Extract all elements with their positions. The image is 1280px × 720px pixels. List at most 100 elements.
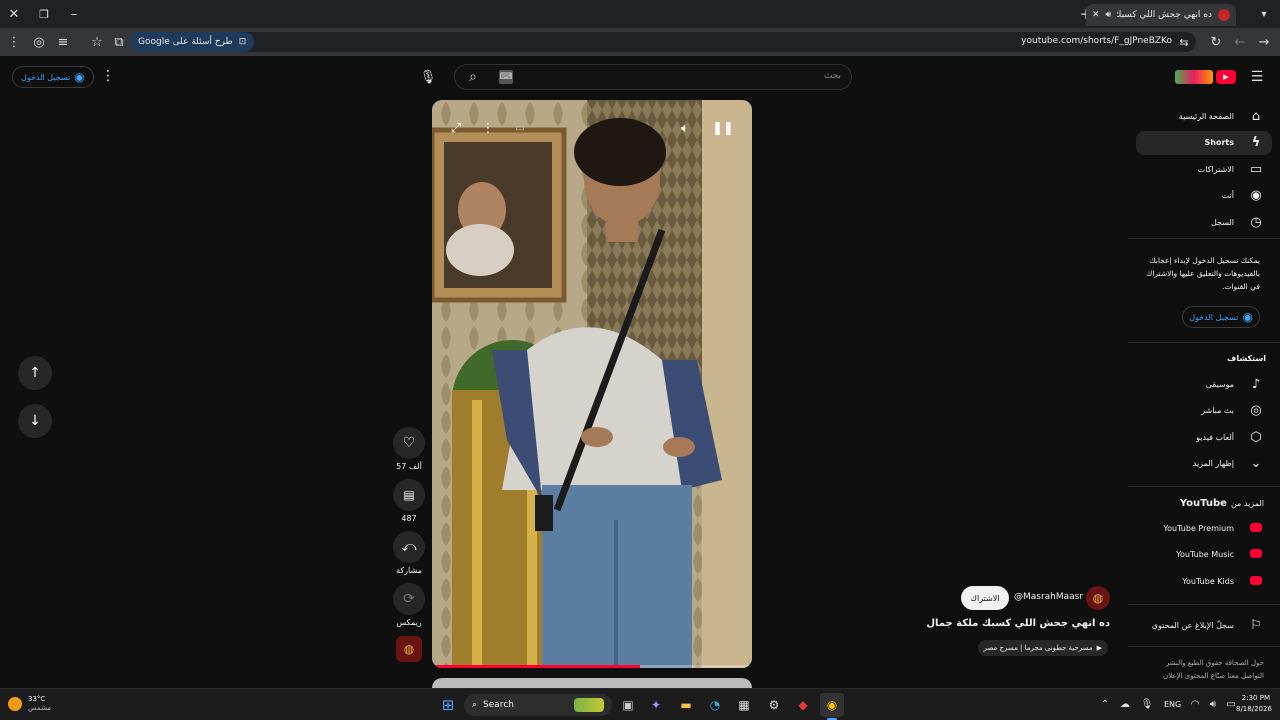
remix-icon: ⟳ (403, 591, 415, 607)
guide-item-gaming[interactable]: ⬡ ألعاب فيديو (1136, 425, 1272, 449)
footer-links-2[interactable]: التواصل معنا صنّاع المحتوى الإعلان (1163, 672, 1264, 680)
signin-button-top[interactable]: ◉ تسجيل الدخول (12, 66, 94, 88)
footer-links-1[interactable]: حول الصحافة حقوق الطبع والنشر (1166, 659, 1264, 667)
tab-title: ده انهي جحش اللي كسبك ملكة جمال (1117, 10, 1212, 20)
address-bar[interactable]: ⊡ طرح أسئلة على Google youtube.com/short… (130, 32, 1196, 52)
comment-button[interactable]: ▤ (393, 479, 425, 511)
ask-google-button[interactable]: ⊡ طرح أسئلة على Google (130, 32, 255, 52)
signin-button-guide[interactable]: ◉ تسجيل الدخول (1182, 306, 1260, 328)
cloud-icon[interactable]: ☁ (1118, 697, 1132, 711)
volume-icon[interactable]: 🔈︎ (676, 120, 694, 136)
report-label: سجلّ الإبلاغ عن المحتوى (1151, 620, 1234, 630)
guide-item-live[interactable]: ◎ بث مباشر (1136, 399, 1272, 423)
guide-item-label: YouTube Premium (1163, 523, 1234, 533)
share-icon: ⤺ (401, 539, 417, 555)
customize-icon[interactable]: ≡ (55, 34, 71, 50)
reload-icon[interactable]: ↻ (1208, 34, 1224, 50)
bookmark-star-icon[interactable]: ☆ (89, 34, 105, 50)
previous-short-button[interactable]: ↑ (18, 356, 52, 390)
gaming-icon: ⬡ (1250, 429, 1262, 445)
short-title: ده انهي جحش اللي كسبك ملكة جمال (926, 618, 1110, 629)
short-video-player[interactable]: ⤢ ⋮ ▭ 🔈︎ ❚❚ (432, 100, 752, 668)
playlist-chip[interactable]: ▶ مسرحية جطونى مجرما | مسرح مصر (977, 640, 1108, 656)
tab-close-icon[interactable]: ✕ (1092, 10, 1100, 20)
keyboard-icon[interactable]: ⌨ (499, 70, 513, 84)
search-icon[interactable]: ⌕ (463, 68, 483, 86)
signin-prompt: يمكنك تسجيل الدخول لإبداء إعجابك بالفيدي… (1146, 256, 1260, 291)
guide-item-label: الاشتراكات (1197, 164, 1234, 174)
clock-time: 2:30 PM (1241, 694, 1270, 702)
mic-tray-icon[interactable]: 🎙︎ (1140, 697, 1154, 711)
weather-temp: 33°C (28, 695, 46, 703)
more-options-icon[interactable]: ⋮ (480, 120, 496, 136)
next-short-button[interactable]: ↓ (18, 404, 52, 438)
url-text[interactable]: youtube.com/shorts/F_gJPneBZKo (1021, 36, 1172, 46)
file-explorer-icon[interactable]: ▬ (674, 693, 698, 717)
video-frame (432, 100, 752, 668)
subscribe-button[interactable]: الاشتراك (961, 586, 1009, 610)
channel-handle[interactable]: @MasrahMaasr (1014, 592, 1083, 602)
restore-window-icon[interactable]: ❐ (36, 6, 52, 22)
guide-item-label: بث مباشر (1201, 406, 1234, 415)
subscriptions-icon: ▭ (1249, 161, 1263, 177)
captions-icon[interactable]: ▭ (512, 120, 528, 136)
forward-icon[interactable]: → (1256, 34, 1272, 50)
settings-menu-icon[interactable]: ⋮ (100, 68, 116, 84)
channel-avatar[interactable]: ◍ (1086, 586, 1110, 610)
tray-chevron-icon[interactable]: ⌃ (1098, 697, 1112, 711)
page-info-icon[interactable]: ⧉ (111, 34, 127, 50)
edge-icon[interactable]: ◔ (703, 693, 727, 717)
guide-item-link[interactable]: YouTube Premium (1136, 516, 1272, 540)
guide-item-history[interactable]: ◷ السجل (1136, 210, 1272, 234)
close-window-icon[interactable]: ✕ (6, 6, 22, 22)
weather-widget[interactable]: 33°C مشمس (8, 695, 51, 713)
clock[interactable]: 2:30 PM 8/18/2026 (1236, 693, 1272, 715)
guide-item-link[interactable]: YouTube Kids (1136, 569, 1272, 593)
music-icon: ♪ (1251, 376, 1261, 392)
share-button[interactable]: ⤺ (393, 531, 425, 563)
store-icon[interactable]: ▦ (732, 693, 756, 717)
guide-item-subscriptions[interactable]: ▭ الاشتراكات (1136, 157, 1272, 181)
browser-tab-active[interactable]: ده انهي جحش اللي كسبك ملكة جمال 🔊︎ ✕ (1086, 4, 1236, 26)
tab-audio-icon[interactable]: 🔊︎ (1106, 10, 1112, 20)
language-indicator[interactable]: ENG (1164, 700, 1181, 709)
guide-item-link[interactable]: YouTube Music (1136, 543, 1272, 567)
guide-item-you[interactable]: ◉ أنت (1136, 184, 1272, 208)
guide-item-label: Shorts (1204, 138, 1234, 147)
search-box[interactable]: ⌕ ⌨ بحث (454, 64, 852, 90)
browser-menu-icon[interactable]: ⋮ (6, 34, 22, 50)
google-lens-icon[interactable]: ◎ (31, 34, 47, 50)
wifi-icon[interactable]: ◠ (1188, 697, 1202, 711)
guide-item-music[interactable]: ♪ موسيقى (1136, 372, 1272, 396)
guide-sidebar: ⌂ الصفحة الرئيسية ϟ Shorts ▭ الاشتراكات ◉ أنت ◷ ا… (1128, 56, 1280, 688)
taskbar-search[interactable]: ⌕ Search (464, 694, 612, 716)
remix-button[interactable]: ⟳ (393, 583, 425, 615)
guide-item-home[interactable]: ⌂ الصفحة الرئيسية (1136, 104, 1272, 128)
next-short-preview[interactable] (432, 678, 752, 688)
copilot-icon[interactable]: ✦ (644, 693, 668, 717)
task-view-icon[interactable]: ▣ (616, 693, 640, 717)
guide-item-report[interactable]: ⚐ سجلّ الإبلاغ عن المحتوى (1136, 613, 1272, 637)
voice-search-icon[interactable]: 🎙︎ (418, 66, 438, 88)
progress-track[interactable] (432, 665, 752, 668)
speaker-icon[interactable]: 🔊︎ (1206, 697, 1220, 711)
settings-gear-icon[interactable]: ⚙ (762, 693, 786, 717)
guide-item-chevron-down[interactable]: ⌄ إظهار المزيد (1136, 452, 1272, 476)
guide-item-label: الصفحة الرئيسية (1178, 111, 1234, 121)
channel-thumbnail[interactable]: ◍ (396, 636, 422, 662)
comment-count: 487 (401, 514, 417, 523)
like-button[interactable]: ♡ (393, 427, 425, 459)
you-icon: ◉ (1250, 188, 1262, 203)
minimize-window-icon[interactable]: – (66, 6, 82, 22)
pause-icon[interactable]: ❚❚ (712, 120, 734, 136)
reader-mode-icon[interactable]: ⇆ (1176, 34, 1192, 50)
chrome-icon[interactable]: ◉ (820, 693, 844, 717)
start-icon[interactable]: ⊞ (436, 693, 460, 717)
guide-item-label: إظهار المزيد (1192, 459, 1234, 468)
guide-item-shorts[interactable]: ϟ Shorts (1136, 130, 1272, 155)
back-icon[interactable]: ← (1232, 34, 1248, 50)
app-red-icon[interactable]: ◆ (791, 693, 815, 717)
search-input[interactable]: بحث (824, 71, 841, 81)
tab-search-icon[interactable]: ▾ (1256, 6, 1272, 22)
fullscreen-icon[interactable]: ⤢ (448, 120, 464, 136)
